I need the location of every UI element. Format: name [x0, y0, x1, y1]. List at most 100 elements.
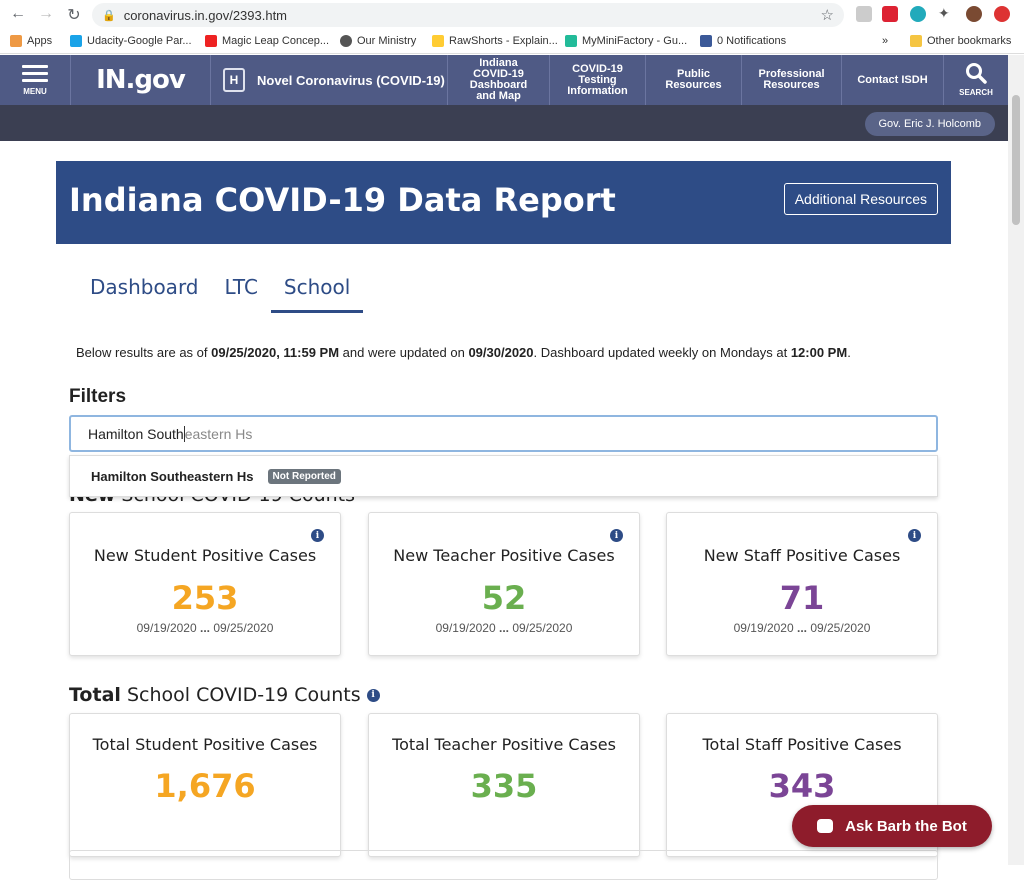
- governor-link[interactable]: Gov. Eric J. Holcomb: [864, 112, 995, 136]
- bookmark-rawshorts[interactable]: RawShorts - Explain...: [432, 35, 558, 47]
- range-separator: ...: [196, 621, 214, 635]
- logo-text: IN.gov: [96, 64, 186, 95]
- extension-icon[interactable]: [856, 6, 872, 22]
- total-counts-heading: Total School COVID-19 Counts i: [69, 684, 380, 706]
- asof-text: .: [847, 345, 851, 360]
- search-icon: [966, 63, 987, 84]
- card-title: Total Staff Positive Cases: [702, 735, 902, 754]
- not-reported-badge: Not Reported: [267, 468, 341, 484]
- myminifactory-icon: [565, 35, 577, 47]
- covid-home-link[interactable]: H Novel Coronavirus (COVID-19): [210, 55, 447, 105]
- puzzle-extensions-icon[interactable]: ✦: [938, 5, 954, 21]
- heading-bold: Total: [69, 684, 121, 706]
- card-value: 253: [171, 579, 239, 617]
- address-bar[interactable]: 🔒 coronavirus.in.gov/2393.htm ☆: [92, 3, 844, 27]
- back-arrow-icon[interactable]: ←: [6, 5, 30, 23]
- filter-dropdown-option[interactable]: Hamilton Southeastern Hs Not Reported: [69, 455, 938, 497]
- search-label: SEARCH: [959, 88, 993, 97]
- bookmark-star-icon[interactable]: ☆: [821, 6, 834, 24]
- menu-button[interactable]: MENU: [0, 55, 70, 105]
- search-button[interactable]: SEARCH: [943, 55, 1008, 105]
- bot-label: Ask Barb the Bot: [845, 817, 967, 835]
- site-header: MENU IN.gov H Novel Coronavirus (COVID-1…: [0, 55, 1008, 105]
- card-title: New Teacher Positive Cases: [393, 546, 615, 565]
- reload-icon[interactable]: ↻: [62, 5, 86, 25]
- nav-professional-resources[interactable]: Professional Resources: [741, 55, 841, 105]
- new-teacher-card: i New Teacher Positive Cases 52 09/19/20…: [368, 512, 640, 656]
- other-bookmarks[interactable]: Other bookmarks: [910, 35, 1011, 47]
- page-title: Indiana COVID-19 Data Report: [69, 181, 616, 219]
- nav-public-resources[interactable]: Public Resources: [645, 55, 741, 105]
- card-title: Total Teacher Positive Cases: [392, 735, 616, 754]
- info-icon[interactable]: i: [908, 529, 921, 542]
- sub-header: Gov. Eric J. Holcomb: [0, 105, 1008, 141]
- card-title: New Staff Positive Cases: [703, 546, 901, 565]
- tab-dashboard[interactable]: Dashboard: [77, 275, 212, 313]
- bookmarks-bar: Apps Udacity-Google Par... Magic Leap Co…: [0, 30, 1024, 54]
- menu-label: MENU: [23, 87, 47, 96]
- range-end: 09/25/2020: [810, 621, 871, 635]
- next-section-card: [69, 850, 938, 880]
- nav-label: COVID-19 Testing Information: [567, 62, 628, 97]
- dropdown-option-label: Hamilton Southeastern Hs: [91, 468, 254, 484]
- info-icon[interactable]: i: [311, 529, 324, 542]
- youtube-icon: [205, 35, 217, 47]
- page-scrollbar[interactable]: [1008, 55, 1024, 865]
- asof-text: Below results are as of: [76, 345, 212, 360]
- card-date-range: 09/19/2020 ... 09/25/2020: [70, 621, 340, 635]
- card-title: New Student Positive Cases: [93, 546, 317, 565]
- tab-school[interactable]: School: [270, 275, 364, 313]
- bookmark-notifications[interactable]: 0 Notifications: [700, 35, 786, 47]
- filters-heading: Filters: [69, 386, 127, 407]
- forward-arrow-icon[interactable]: →: [34, 5, 58, 23]
- tab-ltc[interactable]: LTC: [212, 275, 271, 313]
- results-as-of-text: Below results are as of 09/25/2020, 11:5…: [76, 345, 851, 360]
- profile-avatar[interactable]: [966, 6, 982, 22]
- rawshorts-icon: [432, 35, 444, 47]
- pocket-extension-icon[interactable]: [882, 6, 898, 22]
- heading-rest: School COVID-19 Counts: [120, 684, 361, 706]
- scrollbar-thumb[interactable]: [1012, 95, 1020, 225]
- bookmarks-overflow[interactable]: »: [882, 35, 888, 47]
- bookmark-apps[interactable]: Apps: [10, 35, 52, 47]
- filter-autocomplete-hint: eastern Hs: [184, 425, 253, 442]
- grammarly-extension-icon[interactable]: [910, 6, 926, 22]
- range-separator: ...: [495, 621, 513, 635]
- card-value: 335: [470, 767, 538, 805]
- updated-date: 09/30/2020: [468, 345, 534, 360]
- ask-barb-bot-button[interactable]: Ask Barb the Bot: [792, 805, 992, 847]
- school-filter-input[interactable]: Hamilton South eastern Hs: [69, 415, 938, 452]
- facebook-icon: [700, 35, 712, 47]
- covid-section-label: Novel Coronavirus (COVID-19): [257, 72, 445, 88]
- card-value: 71: [779, 579, 825, 617]
- apps-grid-icon: [10, 35, 22, 47]
- new-staff-card: i New Staff Positive Cases 71 09/19/2020…: [666, 512, 938, 656]
- additional-resources-button[interactable]: Additional Resources: [783, 183, 938, 215]
- range-end: 09/25/2020: [512, 621, 573, 635]
- card-value: 52: [481, 579, 527, 617]
- range-end: 09/25/2020: [213, 621, 274, 635]
- info-icon[interactable]: i: [610, 529, 623, 542]
- nav-label: Professional Resources: [758, 68, 825, 91]
- bookmark-myminifactory[interactable]: MyMiniFactory - Gu...: [565, 35, 687, 47]
- browser-toolbar: ← → ↻ 🔒 coronavirus.in.gov/2393.htm ☆ ✦: [0, 0, 1024, 30]
- nav-label: Contact ISDH: [857, 73, 928, 86]
- info-icon[interactable]: i: [366, 688, 380, 702]
- in-gov-logo[interactable]: IN.gov: [70, 55, 210, 105]
- range-start: 09/19/2020: [136, 621, 197, 635]
- nav-dashboard-map[interactable]: Indiana COVID-19 Dashboard and Map: [447, 55, 549, 105]
- bookmark-magic-leap[interactable]: Magic Leap Concep...: [205, 35, 329, 47]
- hamburger-icon: [22, 65, 48, 68]
- bookmark-our-ministry[interactable]: Our Ministry: [340, 35, 416, 47]
- nav-label: Public Resources: [665, 68, 722, 91]
- nav-testing-info[interactable]: COVID-19 Testing Information: [549, 55, 645, 105]
- nav-contact-isdh[interactable]: Contact ISDH: [841, 55, 943, 105]
- hamburger-icon-line: [22, 79, 48, 82]
- bookmark-udacity[interactable]: Udacity-Google Par...: [70, 35, 192, 47]
- card-date-range: 09/19/2020 ... 09/25/2020: [667, 621, 937, 635]
- range-start: 09/19/2020: [733, 621, 794, 635]
- hamburger-icon-line: [22, 72, 48, 75]
- update-icon[interactable]: [994, 6, 1010, 22]
- udacity-icon: [70, 35, 82, 47]
- card-value: 1,676: [154, 767, 256, 805]
